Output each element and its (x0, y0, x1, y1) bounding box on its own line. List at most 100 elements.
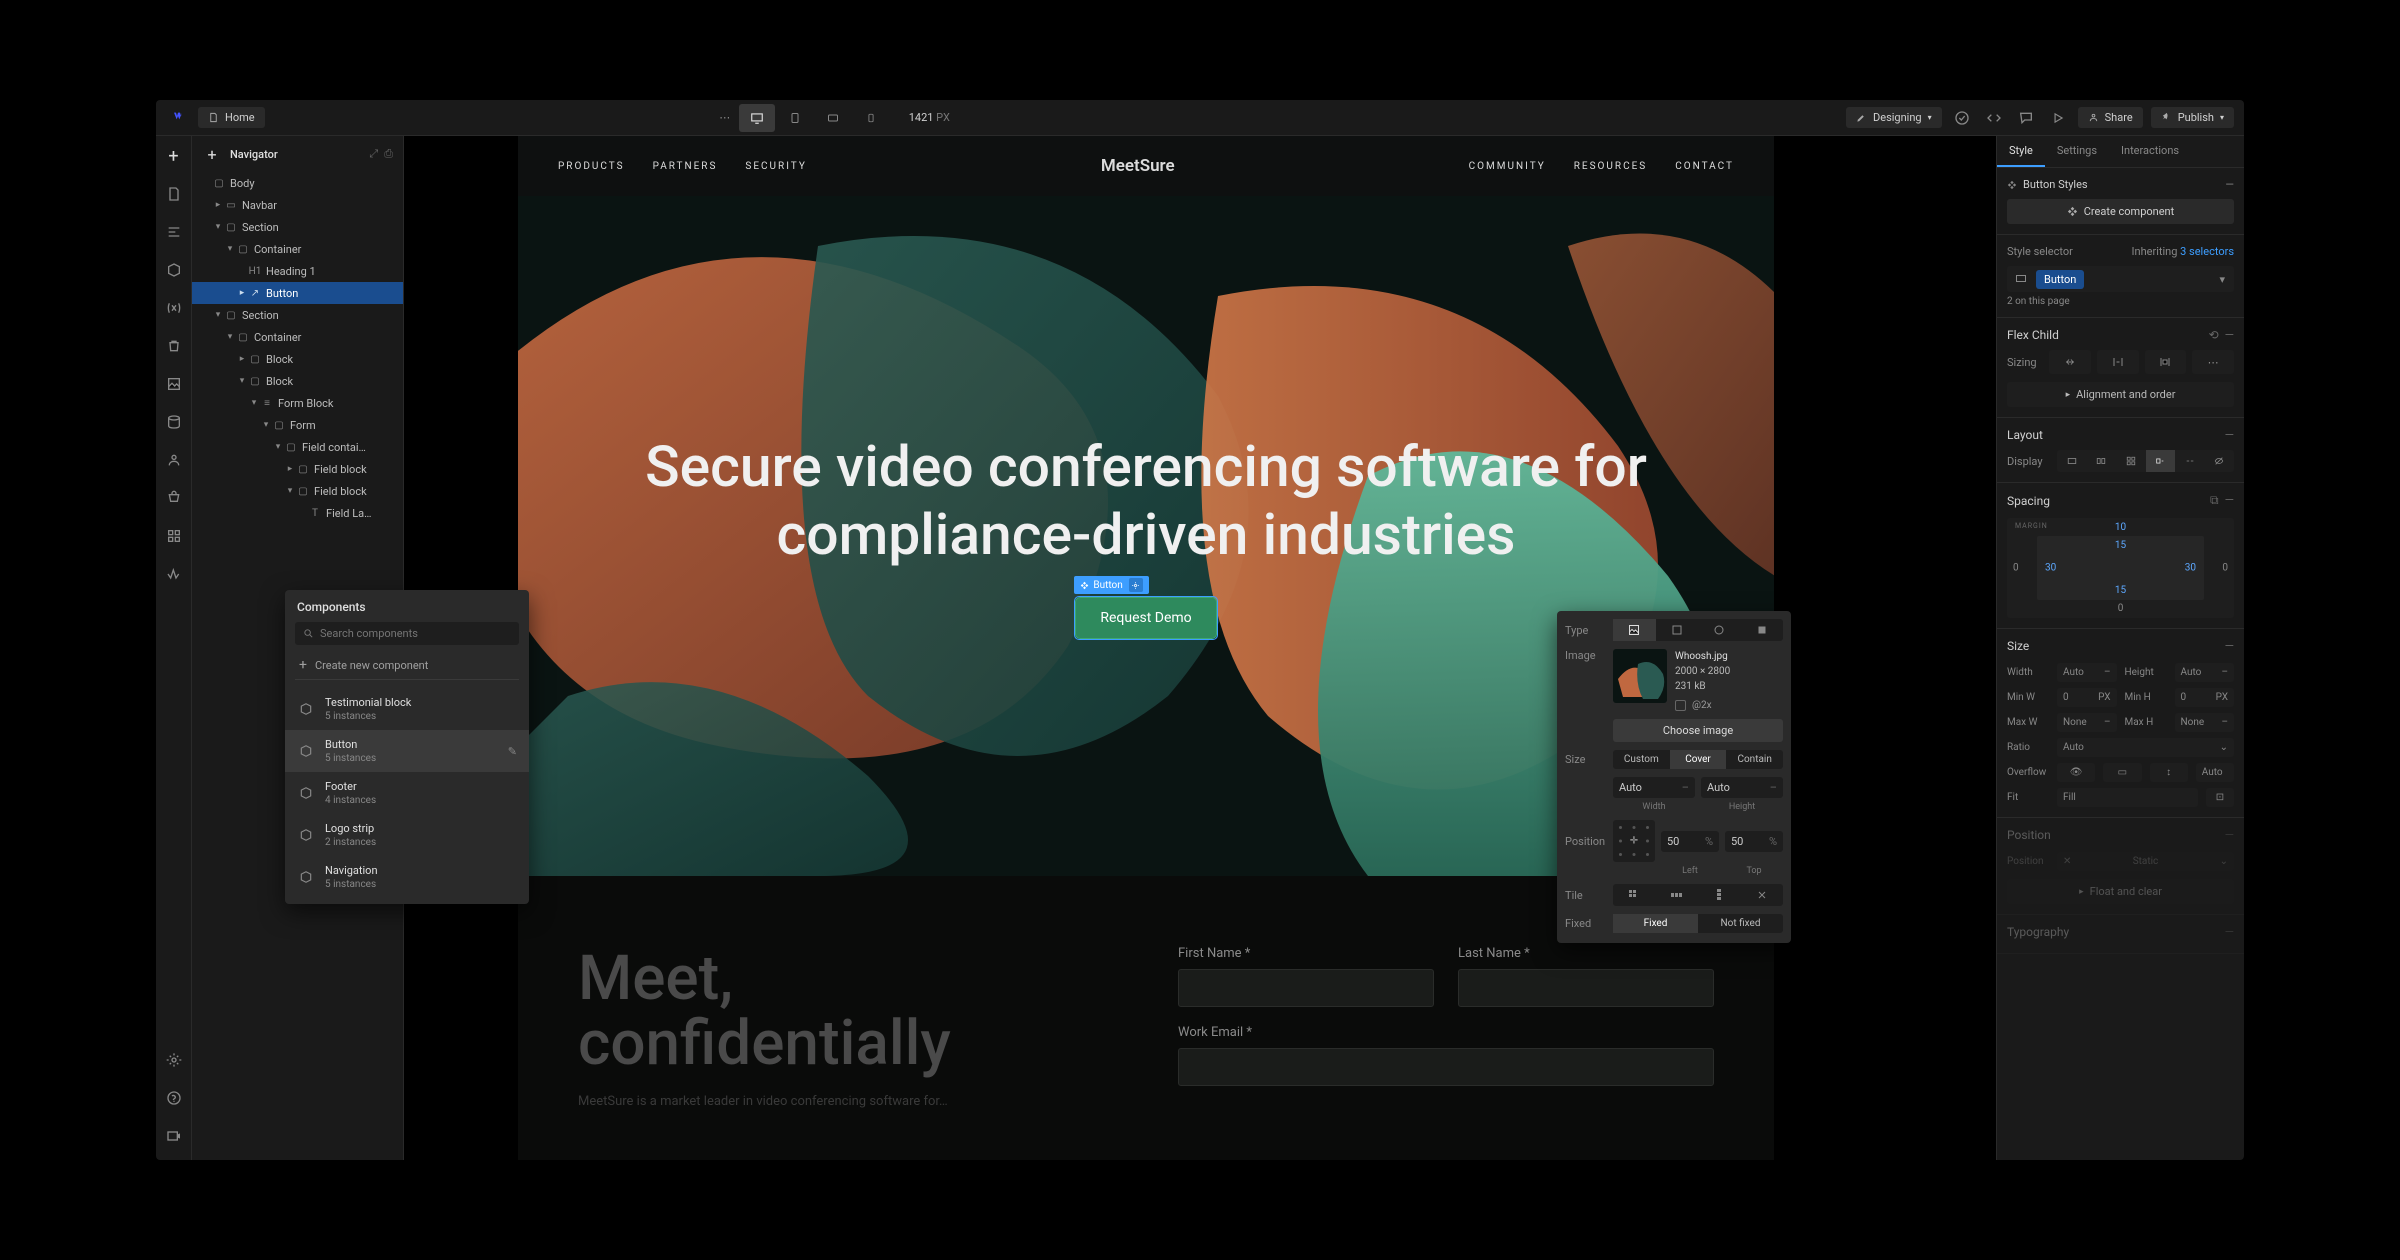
edit-icon[interactable]: ✎ (508, 745, 517, 758)
component-item[interactable]: Testimonial block5 instances (285, 688, 529, 730)
tree-row[interactable]: H1Heading 1 (192, 260, 403, 282)
sizing-more-icon[interactable]: ⋯ (2192, 350, 2234, 374)
element-tree[interactable]: ▢Body▸▭Navbar▾▢Section▾▢ContainerH1Headi… (192, 170, 403, 526)
minh-input[interactable]: 0PX (2175, 688, 2235, 707)
inheriting-count[interactable]: 3 selectors (2180, 245, 2234, 258)
assets-icon[interactable] (164, 374, 184, 394)
audit-icon[interactable] (164, 564, 184, 584)
sizing-none-icon[interactable] (2145, 350, 2187, 374)
viewport-width-readout[interactable]: 1421 PX (909, 111, 950, 124)
tree-row[interactable]: TField La… (192, 502, 403, 524)
chevron-down-icon[interactable]: ▾ (2213, 273, 2231, 286)
check-icon[interactable] (1950, 106, 1974, 130)
bgtype-linear-icon[interactable] (1656, 619, 1699, 641)
reset-icon[interactable]: ⟲— (2209, 328, 2234, 342)
class-selector[interactable]: Button ▾ (2007, 266, 2234, 292)
bg-size-option[interactable]: Cover (1670, 750, 1727, 769)
site-nav-link[interactable]: PARTNERS (653, 161, 718, 172)
alignment-order-button[interactable]: ▸Alignment and order (2007, 382, 2234, 407)
bg-fixed-option[interactable]: Not fixed (1698, 914, 1783, 933)
breakpoint-tablet-icon[interactable] (777, 104, 813, 132)
bgtype-image-icon[interactable] (1613, 619, 1656, 641)
image-thumbnail[interactable] (1613, 649, 1667, 703)
width-input[interactable]: Auto– (2057, 663, 2117, 682)
display-block-icon[interactable] (2057, 450, 2087, 472)
tree-row[interactable]: ▾▢Container (192, 326, 403, 348)
overflow-auto-input[interactable]: Auto (2196, 763, 2234, 782)
breakpoint-desktop-icon[interactable] (739, 104, 775, 132)
pages-icon[interactable] (164, 184, 184, 204)
tree-row[interactable]: ▾▢Block (192, 370, 403, 392)
height-input[interactable]: Auto– (2175, 663, 2235, 682)
webflow-logo-icon[interactable] (168, 108, 188, 128)
mode-dropdown[interactable]: Designing ▾ (1846, 107, 1942, 128)
position-select[interactable]: ✕ Static⌄ (2057, 852, 2234, 871)
cms-icon[interactable] (164, 412, 184, 432)
float-clear-button[interactable]: ▸Float and clear (2007, 879, 2234, 904)
component-item[interactable]: Button5 instances✎ (285, 730, 529, 772)
meet-heading[interactable]: Meet,confidentially (578, 946, 1098, 1076)
minimize-icon[interactable]: — (2225, 178, 2234, 191)
meet-paragraph[interactable]: MeetSure is a market leader in video con… (578, 1094, 1018, 1109)
comment-icon[interactable] (2014, 106, 2038, 130)
bg-left-input[interactable]: 50% (1661, 831, 1719, 852)
fit-position-icon[interactable]: ⊡ (2206, 788, 2234, 807)
overflow-hidden-icon[interactable]: ▭ (2103, 763, 2141, 782)
spacing-editor[interactable]: MARGIN PADDING 10 0 0 0 15 30 15 30 (2007, 518, 2234, 618)
publish-button[interactable]: Publish ▾ (2151, 107, 2234, 128)
display-inline-block-icon[interactable] (2146, 450, 2176, 472)
sizing-shrink-icon[interactable] (2049, 350, 2091, 374)
display-flex-icon[interactable] (2087, 450, 2117, 472)
tree-row[interactable]: ▾▢Section (192, 304, 403, 326)
tree-row[interactable]: ▾▢Field contai… (192, 436, 403, 458)
add-icon[interactable]: + (164, 146, 184, 166)
display-inline-icon[interactable] (2175, 450, 2205, 472)
ratio-input[interactable]: Auto⌄ (2057, 738, 2234, 757)
components-search-input[interactable] (320, 627, 511, 640)
tree-row[interactable]: ▾▢Container (192, 238, 403, 260)
breakpoint-icon[interactable] (2010, 269, 2032, 289)
tree-row[interactable]: ▸▭Navbar (192, 194, 403, 216)
component-item[interactable]: Logo strip2 instances (285, 814, 529, 856)
tile-y-icon[interactable] (1698, 884, 1741, 906)
class-chip[interactable]: Button (2036, 270, 2084, 289)
pin-icon[interactable]: ⎙ (384, 147, 393, 161)
selection-tag[interactable]: Button (1074, 576, 1148, 594)
page-tab[interactable]: Home (198, 107, 265, 128)
more-menu-icon[interactable]: ⋯ (713, 106, 737, 130)
tree-row[interactable]: ▾▢Form (192, 414, 403, 436)
panel-tab[interactable]: Interactions (2109, 136, 2191, 167)
play-icon[interactable] (2046, 106, 2070, 130)
tree-row[interactable]: ▸▢Field block (192, 458, 403, 480)
spacing-link-icon[interactable]: ⧉ (2210, 493, 2219, 508)
minw-input[interactable]: 0PX (2057, 688, 2117, 707)
tile-x-icon[interactable] (1656, 884, 1699, 906)
create-new-component[interactable]: + Create new component (295, 651, 519, 680)
breakpoint-mobile-icon[interactable] (853, 104, 889, 132)
components-icon[interactable] (164, 260, 184, 280)
choose-image-button[interactable]: Choose image (1613, 719, 1783, 742)
ecommerce-icon[interactable] (164, 488, 184, 508)
tree-row[interactable]: ▢Body (192, 172, 403, 194)
site-nav-link[interactable]: COMMUNITY (1469, 161, 1546, 172)
bg-top-input[interactable]: 50% (1725, 831, 1783, 852)
tree-row[interactable]: ▾≡Form Block (192, 392, 403, 414)
apps-icon[interactable] (164, 526, 184, 546)
request-demo-button[interactable]: Button Request Demo (1075, 597, 1216, 639)
tree-row[interactable]: ▾▢Field block (192, 480, 403, 502)
tile-none-icon[interactable] (1741, 884, 1784, 906)
maxw-input[interactable]: None– (2057, 713, 2117, 732)
code-icon[interactable] (1982, 106, 2006, 130)
component-item[interactable]: Footer4 instances (285, 772, 529, 814)
site-brand[interactable]: MeetSure (1101, 156, 1175, 176)
styles-icon[interactable] (164, 336, 184, 356)
overflow-scroll-icon[interactable]: ↕ (2150, 763, 2188, 782)
retina-checkbox[interactable]: @2x (1675, 698, 1730, 713)
panel-tab[interactable]: Settings (2045, 136, 2109, 167)
hero-heading[interactable]: Secure video conferencing software for c… (578, 433, 1714, 570)
bg-size-option[interactable]: Custom (1613, 750, 1670, 769)
navigator-add-icon[interactable]: + (202, 144, 222, 164)
tree-row[interactable]: ▸▢Block (192, 348, 403, 370)
bgtype-color-icon[interactable] (1741, 619, 1784, 641)
display-none-icon[interactable] (2205, 450, 2235, 472)
